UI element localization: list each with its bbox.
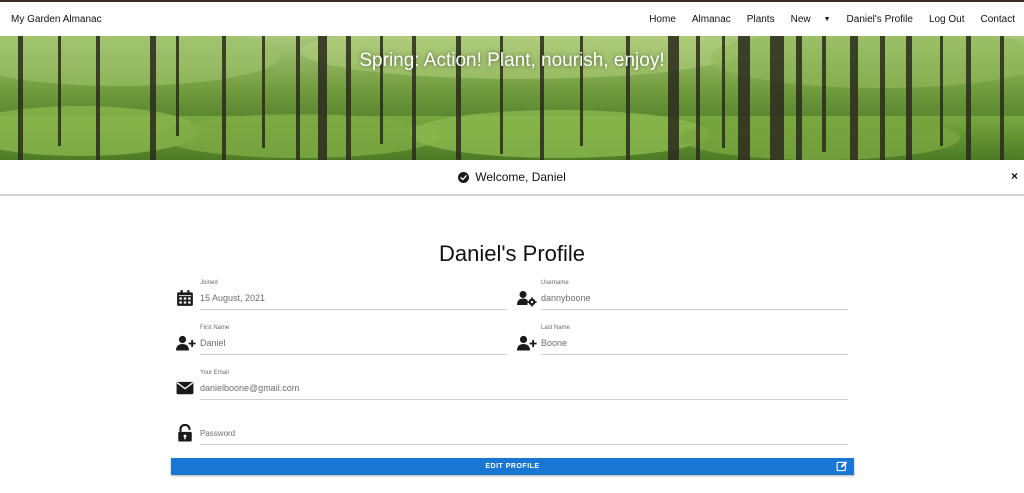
username-label: Username bbox=[541, 280, 569, 286]
password-underline bbox=[200, 444, 848, 445]
edit-icon bbox=[836, 461, 848, 472]
email-field[interactable]: Your Email danielboone@gmail.com bbox=[176, 370, 848, 402]
email-label: Your Email bbox=[200, 370, 229, 376]
username-underline bbox=[541, 309, 848, 310]
nav-almanac[interactable]: Almanac bbox=[692, 14, 731, 25]
edit-profile-button[interactable]: EDIT PROFILE bbox=[171, 458, 854, 475]
nav-new-label: New bbox=[790, 13, 811, 25]
last-name-label: Last Name bbox=[541, 325, 571, 331]
nav-profile[interactable]: Daniel's Profile bbox=[847, 14, 913, 25]
navbar: My Garden Almanac Home Almanac Plants Ne… bbox=[0, 2, 1024, 36]
joined-field: Joined 15 August, 2021 bbox=[176, 280, 507, 312]
check-circle-icon bbox=[458, 171, 470, 183]
hero-title: Spring: Action! Plant, nourish, enjoy! bbox=[359, 50, 665, 71]
first-name-underline bbox=[200, 354, 507, 355]
unlock-icon bbox=[178, 424, 192, 442]
password-placeholder: Password bbox=[200, 429, 236, 438]
first-name-label: First Name bbox=[200, 325, 230, 331]
close-alert-button[interactable]: × bbox=[1011, 169, 1018, 183]
last-name-value: Boone bbox=[541, 338, 568, 348]
last-name-field[interactable]: Last Name Boone bbox=[517, 325, 848, 357]
caret-down-icon: ▼ bbox=[823, 15, 831, 23]
nav-logout[interactable]: Log Out bbox=[929, 14, 965, 25]
last-name-underline bbox=[541, 354, 848, 355]
user-plus-icon bbox=[517, 335, 537, 351]
calendar-icon bbox=[177, 290, 193, 306]
user-plus-icon bbox=[176, 335, 196, 351]
edit-profile-label: EDIT PROFILE bbox=[485, 463, 540, 470]
nav-menu: Home Almanac Plants New ▼ Daniel's Profi… bbox=[633, 14, 1015, 25]
first-name-field[interactable]: First Name Daniel bbox=[176, 325, 507, 357]
username-value: dannyboone bbox=[541, 293, 591, 303]
hero-banner: Spring: Action! Plant, nourish, enjoy! bbox=[0, 36, 1024, 160]
joined-underline bbox=[200, 309, 507, 310]
envelope-icon bbox=[176, 381, 194, 395]
username-field[interactable]: Username dannyboone bbox=[517, 280, 848, 312]
first-name-value: Daniel bbox=[200, 338, 226, 348]
joined-label: Joined bbox=[200, 280, 218, 286]
password-field[interactable]: Password bbox=[176, 415, 848, 447]
brand-link[interactable]: My Garden Almanac bbox=[11, 14, 102, 25]
email-underline bbox=[200, 399, 848, 400]
nav-new-dropdown[interactable]: New ▼ bbox=[791, 14, 831, 25]
email-value: danielboone@gmail.com bbox=[200, 383, 300, 393]
nav-contact[interactable]: Contact bbox=[981, 14, 1015, 25]
welcome-message: Welcome, Daniel bbox=[475, 170, 566, 184]
welcome-alert: Welcome, Daniel × bbox=[0, 160, 1024, 196]
user-cog-icon bbox=[517, 291, 537, 307]
nav-plants[interactable]: Plants bbox=[747, 14, 775, 25]
joined-value: 15 August, 2021 bbox=[200, 293, 266, 303]
page-title: Daniel's Profile bbox=[438, 241, 586, 266]
nav-home[interactable]: Home bbox=[649, 14, 676, 25]
